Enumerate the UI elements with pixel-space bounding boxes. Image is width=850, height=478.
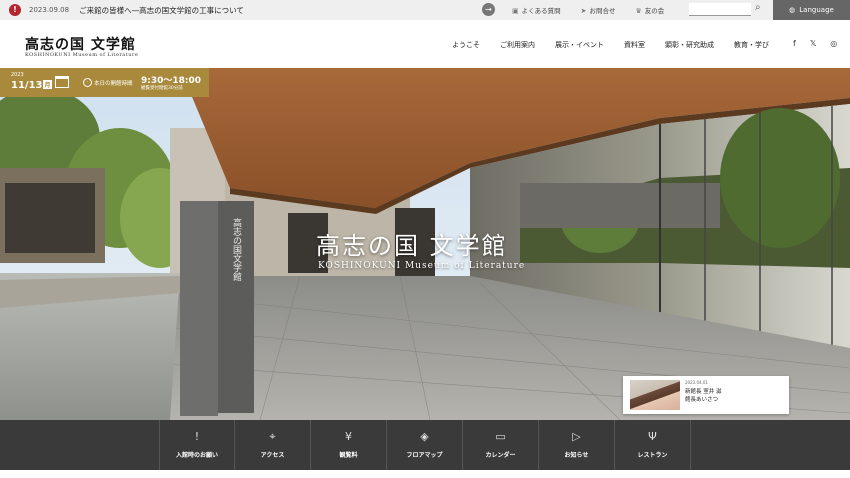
flag-icon: ▷ (572, 430, 581, 443)
info-icon: ! (9, 4, 21, 16)
alert-circle-icon: ! (194, 430, 200, 443)
search-input[interactable] (689, 3, 751, 16)
hours-day: 月 (43, 80, 52, 89)
quick-link-news[interactable]: ▷ お知らせ (539, 420, 615, 470)
site-header: 高志の国 文学館 KOSHINOKUNI Museum of Literatur… (0, 20, 850, 68)
sign-title: 高志の国文学館 (231, 217, 242, 282)
quick-link-fees[interactable]: ¥ 観覧料 (311, 420, 387, 470)
hero-subtitle: KOSHINOKUNI Museum of Literature (318, 261, 526, 271)
nav-welcome[interactable]: ようこそ (452, 40, 480, 50)
hero-title: 高志の国 文学館 (316, 232, 508, 260)
nav-library[interactable]: 資料室 (624, 40, 645, 50)
hours-date: 11/13 月 (11, 80, 52, 91)
notice-link[interactable]: ご来館の皆様へ―高志の国文学館の工事について (79, 5, 244, 16)
nav-awards[interactable]: 顕彰・研究助成 (665, 40, 714, 50)
x-icon[interactable]: 𝕏 (810, 39, 816, 48)
nav-guide[interactable]: ご利用案内 (500, 40, 535, 50)
hours-note: 観覧受付閉館30分前 (141, 86, 183, 91)
calendar-icon[interactable] (55, 76, 69, 88)
contact-link[interactable]: ➤ お問合せ (581, 5, 616, 15)
quick-link-access[interactable]: ⌖ アクセス (235, 420, 311, 470)
director-greeting: 館長あいさつ (685, 397, 719, 403)
facebook-icon[interactable]: f (793, 39, 796, 48)
language-button[interactable]: ◍ Language (773, 0, 850, 20)
hours-label: 本日の開館時間 (94, 81, 133, 87)
calendar-icon: ▭ (495, 430, 506, 443)
send-icon: ➤ (580, 7, 587, 15)
director-date: 2023.04.01 (685, 380, 708, 385)
hero-image: 高志の国文学館 高志の国 文学館 KOSHINOKUNI Museum of L… (0, 68, 850, 420)
logo-subtitle: KOSHINOKUNI Museum of Literature (25, 52, 139, 58)
director-photo (630, 380, 680, 410)
friends-link[interactable]: ♛ 友の会 (636, 5, 665, 15)
instagram-icon[interactable]: ◎ (830, 39, 837, 48)
nav-education[interactable]: 教育・学び (734, 40, 769, 50)
director-greeting-card[interactable]: 2023.04.01 新館長 室井 滋 館長あいさつ (623, 376, 789, 414)
search-icon[interactable]: ⌕ (755, 2, 761, 13)
nav-exhibitions[interactable]: 展示・イベント (555, 40, 604, 50)
chat-icon: ▣ (512, 7, 519, 15)
page-bottom (0, 470, 850, 478)
quick-link-floor-map[interactable]: ◈ フロアマップ (387, 420, 463, 470)
opening-hours-badge: 2023 11/13 月 · 本日の開館時間 9:30〜18:00 観覧受付閉館3… (0, 68, 209, 97)
logo-title[interactable]: 高志の国 文学館 (25, 34, 136, 54)
quick-link-restaurant[interactable]: Ψ レストラン (615, 420, 691, 470)
notice-date: 2023.09.08 (29, 6, 70, 14)
utility-links: ▣ よくある質問 ➤ お問合せ ♛ 友の会 (512, 0, 664, 20)
director-name: 新館長 室井 滋 (685, 389, 722, 395)
map-pin-icon: ⌖ (269, 430, 276, 443)
crown-icon: ♛ (635, 7, 642, 15)
restaurant-icon: Ψ (648, 430, 657, 443)
faq-link[interactable]: ▣ よくある質問 (512, 5, 561, 15)
yen-icon: ¥ (345, 430, 352, 443)
quick-links-bar: ! 入館時のお願い ⌖ アクセス ¥ 観覧料 ◈ フロアマップ ▭ カレンダー … (0, 420, 850, 470)
quick-link-calendar[interactable]: ▭ カレンダー (463, 420, 539, 470)
social-links: f 𝕏 ◎ (793, 39, 837, 48)
clock-icon: · (83, 78, 92, 87)
arrow-right-icon[interactable]: → (482, 3, 495, 16)
globe-icon: ◍ (789, 6, 796, 14)
layers-icon: ◈ (420, 430, 429, 443)
quick-link-visit-rules[interactable]: ! 入館時のお願い (159, 420, 235, 470)
hours-year: 2023 (11, 72, 24, 78)
global-nav: ようこそ ご利用案内 展示・イベント 資料室 顕彰・研究助成 教育・学び (452, 40, 769, 50)
